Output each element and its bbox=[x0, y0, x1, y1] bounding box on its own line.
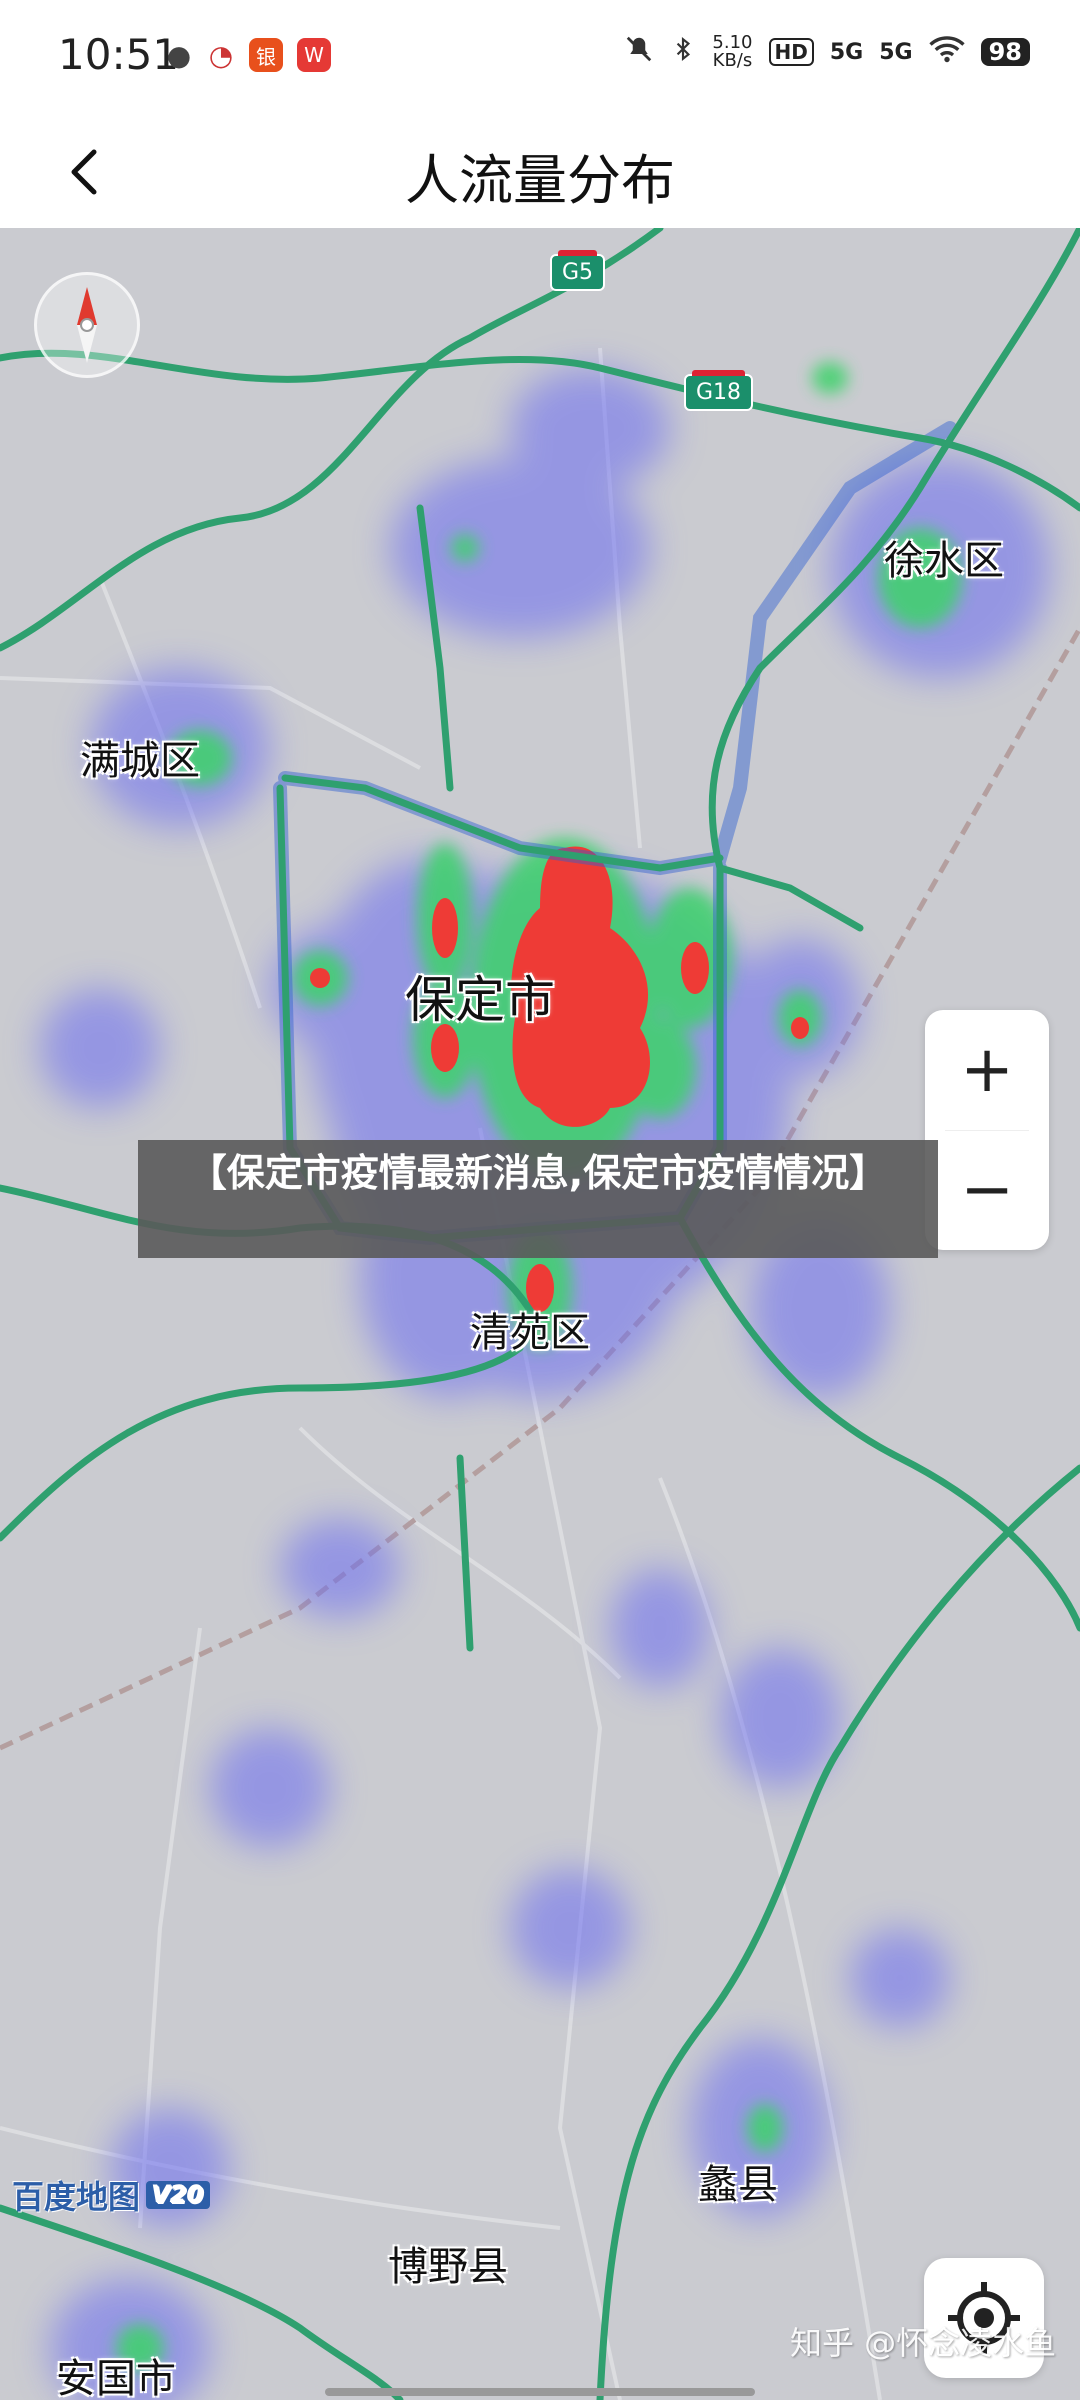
route-badge-g18: G18 bbox=[684, 370, 754, 411]
battery-indicator: 98 bbox=[980, 38, 1030, 66]
heat-low-layer bbox=[40, 368, 1050, 2400]
label-mancheng: 满城区 bbox=[80, 738, 200, 784]
route-badge-g5: G5 bbox=[550, 250, 606, 291]
home-indicator[interactable] bbox=[325, 2388, 755, 2396]
compass-icon bbox=[77, 287, 97, 363]
label-boye: 博野县 bbox=[388, 2244, 508, 2290]
status-bar: 10:51 ● ◔ 银 W 5.10 KB/s HD 5G 5G 98 bbox=[0, 0, 1080, 120]
zoom-control: + − bbox=[925, 1010, 1049, 1250]
compass-button[interactable] bbox=[34, 272, 140, 378]
signal-5g-2: 5G bbox=[879, 39, 913, 65]
title-bar: 人流量分布 bbox=[0, 120, 1080, 230]
net-speed: 5.10 KB/s bbox=[712, 32, 753, 71]
baidu-version-badge: V20 bbox=[146, 2181, 210, 2209]
wps-icon: W bbox=[297, 38, 331, 72]
bank-app-icon: 银 bbox=[249, 38, 283, 72]
label-qingyuan: 清苑区 bbox=[470, 1310, 590, 1356]
bluetooth-icon bbox=[670, 34, 696, 70]
zoom-out-button[interactable]: − bbox=[925, 1130, 1049, 1250]
label-baoding: 保定市 bbox=[405, 971, 555, 1029]
status-indicators: 5.10 KB/s HD 5G 5G 98 bbox=[624, 34, 1030, 70]
zhihu-watermark: 知乎 @怀念凌水鱼 bbox=[790, 2324, 1057, 2362]
hd-badge: HD bbox=[768, 38, 814, 66]
label-anguo: 安国市 bbox=[56, 2356, 176, 2400]
baidu-logo-text: 百度地图 bbox=[12, 2178, 141, 2216]
wifi-icon bbox=[928, 35, 965, 69]
label-lixian: 蠡县 bbox=[698, 2162, 778, 2208]
caption-banner: 【保定市疫情最新消息,保定市疫情情况】 bbox=[138, 1140, 938, 1258]
heatmap-map[interactable]: G5 G18 徐水区 满城区 保定市 清苑区 蠡县 博野县 安国市 bbox=[0, 228, 1080, 2400]
sohu-icon: ◔ bbox=[208, 38, 234, 72]
baidu-map-logo: 百度地图 V20 bbox=[12, 2172, 210, 2218]
signal-5g-1: 5G bbox=[829, 39, 864, 65]
mute-icon bbox=[624, 34, 654, 70]
label-xushui: 徐水区 bbox=[884, 538, 1004, 584]
page-title: 人流量分布 bbox=[405, 149, 675, 212]
caption-text: 【保定市疫情最新消息,保定市疫情情况】 bbox=[188, 1151, 888, 1195]
status-time: 10:51 bbox=[58, 30, 180, 79]
wechat-icon: ● bbox=[166, 38, 192, 72]
zoom-in-button[interactable]: + bbox=[925, 1010, 1049, 1130]
notification-icons: ● ◔ 银 W bbox=[165, 38, 331, 72]
